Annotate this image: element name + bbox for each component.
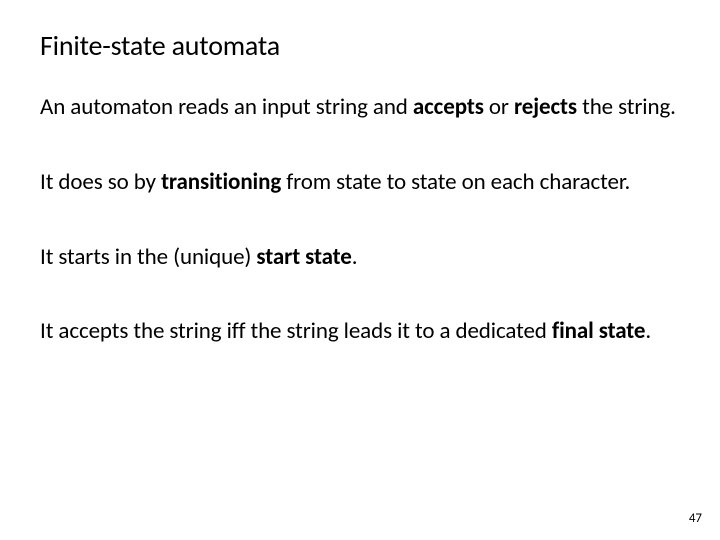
text: or <box>484 93 514 121</box>
paragraph-3: It starts in the (unique) start state. <box>40 243 680 272</box>
bold-text: accepts <box>413 93 484 121</box>
text: It starts in the (unique) <box>40 243 256 271</box>
bold-text: transitioning <box>161 168 281 196</box>
text: . <box>352 243 358 271</box>
text: from state to state on each character. <box>281 168 630 196</box>
bold-text: final state <box>552 317 645 345</box>
paragraph-1: An automaton reads an input string and a… <box>40 93 680 122</box>
paragraph-4: It accepts the string iff the string lea… <box>40 317 680 346</box>
slide: Finite-state automata An automaton reads… <box>0 0 720 540</box>
text: An automaton reads an input string and <box>40 93 413 121</box>
slide-title: Finite-state automata <box>40 28 680 63</box>
text: the string. <box>577 93 676 121</box>
page-number: 47 <box>689 511 702 526</box>
bold-text: rejects <box>514 93 577 121</box>
text: It does so by <box>40 168 161 196</box>
text: . <box>645 317 651 345</box>
paragraph-2: It does so by transitioning from state t… <box>40 168 680 197</box>
bold-text: start state <box>256 243 351 271</box>
text: It accepts the string iff the string lea… <box>40 317 552 345</box>
